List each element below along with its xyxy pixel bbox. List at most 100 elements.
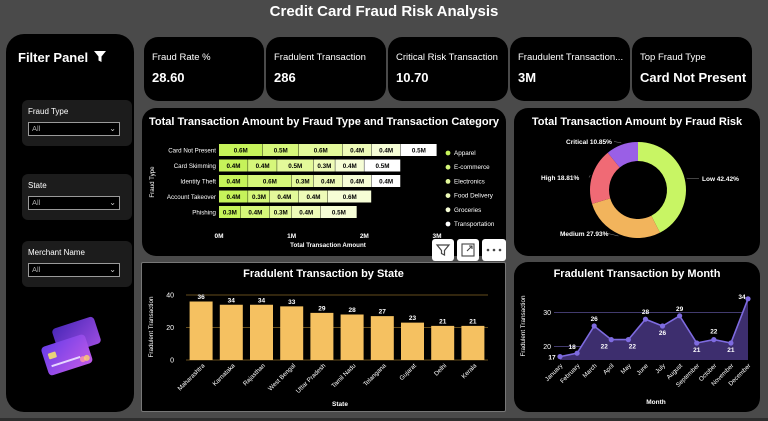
data-label: 0.4M [350, 178, 364, 185]
bar [431, 325, 455, 360]
chart-fraud-by-state[interactable]: Fradulent Transaction by State 0 20 40 36 Ma… [141, 262, 506, 412]
chart-fraud-by-month[interactable]: Fradulent Transaction by Month 20 30 17 Jan… [514, 262, 760, 412]
x-tick-label: June [635, 362, 650, 377]
data-label: 27 [379, 309, 387, 316]
chevron-down-icon: ⌄ [109, 124, 116, 133]
data-label: 28 [348, 307, 356, 314]
kpi-label: Fraud Rate % [152, 52, 211, 63]
state-dropdown[interactable]: All ⌄ [28, 196, 120, 210]
data-label: 0.5M [376, 163, 390, 170]
x-tick-label: Kerala [460, 362, 478, 380]
data-label: 21 [727, 347, 735, 354]
kpi-value: Card Not Present [640, 70, 747, 85]
data-label: 29 [676, 306, 684, 313]
y-tick-label: Identity Theft [180, 179, 216, 186]
slice-label: Medium 27.93% [560, 231, 609, 238]
slice-label: High 18.81% [541, 175, 580, 182]
data-label: 21 [439, 318, 447, 325]
data-label: 26 [659, 330, 667, 337]
data-point [574, 350, 580, 356]
more-options-button[interactable] [482, 239, 506, 261]
data-point [608, 337, 614, 343]
kpi-card-critical-risk: Critical Risk Transaction 10.70 [388, 37, 508, 101]
merchant-name-dropdown[interactable]: All ⌄ [28, 263, 120, 277]
kpi-card-fraud-rate: Fraud Rate % 28.60 [144, 37, 264, 101]
bar [280, 306, 304, 360]
data-label: 26 [591, 316, 599, 323]
x-tick-label: Uttar Pradesh [295, 362, 328, 395]
expand-icon [461, 243, 475, 257]
data-label: 0.4M [256, 163, 270, 170]
filter-icon [435, 244, 451, 256]
fraud-type-dropdown[interactable]: All ⌄ [28, 122, 120, 136]
x-tick-label: Karnataka [211, 362, 237, 388]
data-label: 36 [197, 294, 205, 301]
data-label: 0.6M [234, 147, 248, 154]
data-label: 34 [228, 297, 236, 304]
x-tick-label: Telangana [362, 362, 388, 388]
kpi-label: Critical Risk Transaction [396, 52, 498, 63]
x-tick-label: April [602, 362, 616, 376]
data-label: 18 [568, 344, 576, 351]
kpi-label: Top Fraud Type [640, 52, 706, 63]
dropdown-value: All [32, 265, 41, 274]
bar [461, 325, 485, 360]
data-label: 0.3M [317, 163, 331, 170]
leader-line [613, 141, 622, 144]
x-tick-label: July [654, 362, 667, 375]
kpi-label: Fraudulent Transaction... [518, 52, 624, 63]
x-axis-title: State [332, 401, 348, 408]
chevron-down-icon: ⌄ [109, 265, 116, 274]
data-point [557, 354, 563, 360]
legend-marker [445, 150, 451, 156]
data-label: 0.5M [274, 147, 288, 154]
slicer-state: State All ⌄ [22, 174, 132, 220]
data-point [745, 296, 751, 302]
bar [219, 304, 243, 360]
data-label: 0.3M [296, 178, 310, 185]
data-point [659, 323, 666, 329]
kpi-card-fraudulent-amount: Fraudulent Transaction... 3M [510, 37, 630, 101]
data-label: 0.4M [343, 163, 357, 170]
chevron-down-icon: ⌄ [109, 198, 116, 207]
chart-fraud-risk[interactable]: Total Transaction Amount by Fraud Risk L… [514, 108, 760, 256]
bar [250, 304, 273, 360]
data-label: 0.6M [314, 147, 328, 154]
dropdown-value: All [32, 124, 41, 133]
y-tick-label: Card Not Present [168, 148, 216, 155]
data-point [728, 340, 734, 346]
data-label: 21 [693, 347, 701, 354]
bar [310, 312, 334, 360]
dashboard-title: Credit Card Fraud Risk Analysis [269, 3, 499, 20]
chart-fraud-type-category[interactable]: Total Transaction Amount by Fraud Type a… [142, 108, 506, 256]
credit-cards-illustration [41, 316, 101, 376]
x-tick-label: May [620, 362, 634, 376]
donut-svg: Low 42.42% Medium 27.93% High 18.81% Critic… [541, 139, 739, 238]
dropdown-value: All [32, 198, 41, 207]
bar [340, 314, 364, 360]
bar [370, 316, 394, 360]
focus-mode-button[interactable] [457, 239, 479, 261]
data-label: 0.5M [412, 147, 426, 154]
kpi-value: 28.60 [152, 70, 185, 85]
slice-label: Low 42.42% [702, 176, 739, 183]
data-label: 0.4M [299, 209, 313, 216]
data-point [625, 337, 631, 343]
leader-line [588, 175, 591, 178]
data-label: 0.3M [252, 194, 266, 201]
data-label: 0.6M [263, 178, 277, 185]
funnel-icon [94, 51, 106, 62]
y-axis-title: Fradulent Transaction [520, 295, 527, 356]
state-bar-svg: 0 20 40 36 Maharashtra 34 Karnataka 34 Rajasthan… [148, 293, 488, 408]
legend-marker [445, 207, 451, 213]
filter-visual-button[interactable] [432, 239, 454, 261]
legend-label: Food Delivery [454, 193, 494, 200]
data-label: 23 [409, 315, 417, 322]
data-label: 0.6M [343, 194, 357, 201]
y-tick-label: 20 [543, 344, 551, 351]
filter-panel-title: Filter Panel [18, 50, 89, 65]
filter-panel: Filter Panel Fraud Type All ⌄ State All … [6, 34, 134, 412]
y-tick-label: 30 [543, 310, 551, 317]
data-label: 0.4M [306, 194, 320, 201]
data-point [642, 316, 649, 322]
